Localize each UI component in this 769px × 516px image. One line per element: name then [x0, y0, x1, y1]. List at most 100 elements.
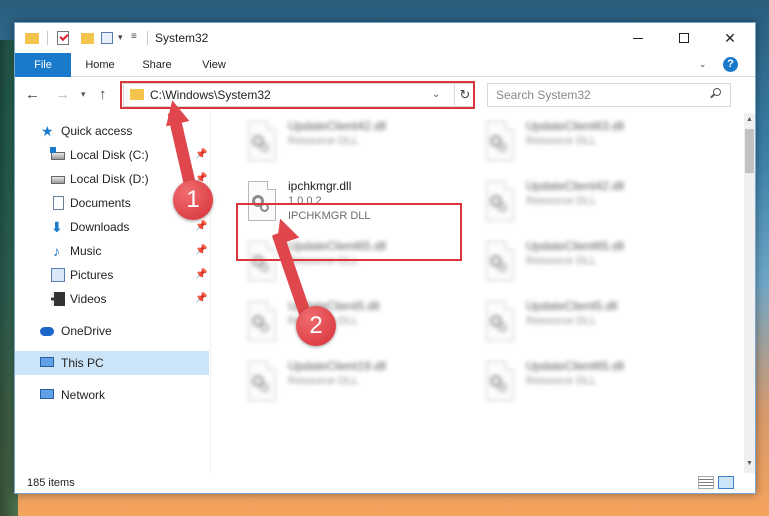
- file-tile[interactable]: UpdateClient5.dll Resource DLL: [238, 295, 468, 351]
- file-name: ipchkmgr.dll: [288, 179, 352, 193]
- minimize-button[interactable]: [615, 23, 661, 53]
- dll-file-icon: [244, 241, 278, 285]
- file-name: UpdateClient5.dll: [526, 299, 618, 313]
- maximize-icon: [679, 33, 689, 43]
- file-tile[interactable]: UpdateClient65.dll Resource DLL: [476, 235, 706, 291]
- sidebar-item-pictures[interactable]: Pictures 📌: [15, 263, 209, 287]
- up-arrow-icon[interactable]: ↑: [99, 86, 107, 103]
- search-placeholder: Search System32: [496, 88, 591, 102]
- file-description: Resource DLL: [526, 255, 597, 267]
- file-name: UpdateClient42.dll: [526, 179, 625, 193]
- scroll-down-icon[interactable]: ▼: [744, 457, 755, 471]
- sidebar-item-label: Pictures: [70, 268, 114, 282]
- tiles-view-icon[interactable]: [718, 476, 734, 489]
- pin-icon[interactable]: 📌: [195, 293, 207, 304]
- quick-access-menu-icon[interactable]: ≡: [131, 31, 137, 42]
- sidebar-item-videos[interactable]: Videos 📌: [15, 287, 209, 311]
- folder-icon: [25, 33, 39, 44]
- chevron-down-icon[interactable]: ⌄: [699, 59, 707, 70]
- scrollbar-thumb[interactable]: [745, 129, 754, 173]
- chevron-down-icon[interactable]: ⌄: [432, 89, 440, 100]
- item-count: 185 items: [27, 477, 75, 489]
- file-name: UpdateClient63.dll: [526, 119, 625, 133]
- file-tile[interactable]: UpdateClient42.dll Resource DLL: [238, 115, 468, 171]
- title-bar: ▾ ≡ System32 ✕: [15, 23, 755, 53]
- toolbar-separator: [47, 31, 48, 45]
- sidebar-item-label: This PC: [61, 356, 104, 370]
- music-icon: ♪: [53, 243, 60, 259]
- dll-file-icon: [482, 241, 516, 285]
- dll-file-icon: [244, 121, 278, 165]
- file-description: Resource DLL: [526, 375, 597, 387]
- file-description: Resource DLL: [288, 255, 359, 267]
- file-tile[interactable]: UpdateClient65.dll Resource DLL: [238, 235, 468, 291]
- search-icon[interactable]: [710, 88, 722, 100]
- dll-file-icon: [244, 361, 278, 405]
- address-path[interactable]: C:\Windows\System32: [150, 88, 271, 102]
- pin-icon[interactable]: 📌: [195, 221, 207, 232]
- file-name: UpdateClient65.dll: [526, 359, 625, 373]
- this-pc-icon: [40, 357, 54, 367]
- sidebar-item-label: Local Disk (C:): [70, 148, 149, 162]
- file-description: Resource DLL: [288, 375, 359, 387]
- file-tile[interactable]: UpdateClient42.dll Resource DLL: [476, 175, 706, 231]
- file-tile[interactable]: UpdateClient63.dll Resource DLL: [476, 115, 706, 171]
- file-description: Resource DLL: [526, 195, 597, 207]
- drive-c-icon: [50, 147, 65, 160]
- callout-badge-1: 1: [173, 180, 213, 220]
- pin-icon[interactable]: 📌: [195, 269, 207, 280]
- close-button[interactable]: ✕: [707, 23, 753, 53]
- back-arrow-icon[interactable]: ←: [25, 86, 40, 103]
- recent-locations-icon[interactable]: ▾: [81, 89, 86, 100]
- folder-icon: [130, 89, 144, 100]
- sidebar-item-label: Local Disk (D:): [70, 172, 149, 186]
- file-version: 1.0.0.2: [288, 195, 322, 207]
- pin-icon[interactable]: 📌: [195, 245, 207, 256]
- search-input[interactable]: Search System32: [487, 83, 731, 107]
- sidebar-item-this-pc[interactable]: This PC: [15, 351, 209, 375]
- refresh-button[interactable]: ↻: [454, 84, 475, 106]
- dll-file-icon: [482, 301, 516, 345]
- window-title: System32: [155, 31, 209, 45]
- file-tile[interactable]: UpdateClient5.dll Resource DLL: [476, 295, 706, 351]
- onedrive-icon: [40, 327, 54, 336]
- sidebar-item-network[interactable]: Network: [15, 383, 209, 407]
- vertical-scrollbar[interactable]: ▲ ▼: [744, 113, 755, 473]
- help-icon[interactable]: ?: [723, 57, 738, 72]
- documents-icon: [53, 196, 64, 210]
- sidebar-item-label: Quick access: [61, 124, 133, 138]
- pin-icon[interactable]: 📌: [195, 149, 207, 160]
- dll-file-icon: [244, 301, 278, 345]
- tab-file[interactable]: File: [15, 53, 71, 77]
- properties-check-icon[interactable]: [57, 31, 69, 45]
- file-tile[interactable]: UpdateClient19.dll Resource DLL: [238, 355, 468, 411]
- tab-view[interactable]: View: [187, 53, 241, 77]
- sidebar-item-label: Network: [61, 388, 106, 402]
- maximize-button[interactable]: [661, 23, 707, 53]
- sidebar-item-label: OneDrive: [61, 324, 112, 338]
- callout-badge-2: 2: [296, 306, 336, 346]
- network-icon: [40, 389, 54, 399]
- quick-access-customize-icon[interactable]: [101, 32, 113, 44]
- sidebar-item-onedrive[interactable]: OneDrive: [15, 319, 209, 343]
- sidebar-item-downloads[interactable]: ⬇ Downloads 📌: [15, 215, 209, 239]
- file-explorer-window: ▾ ≡ System32 ✕ File Home Share View ⌄ ? …: [14, 22, 756, 494]
- sidebar-item-label: Downloads: [70, 220, 130, 234]
- forward-arrow-icon[interactable]: →: [55, 86, 70, 103]
- videos-icon: [51, 292, 65, 306]
- tab-share[interactable]: Share: [129, 53, 185, 77]
- drive-icon: [51, 176, 65, 184]
- file-description: Resource DLL: [526, 315, 597, 327]
- details-view-icon[interactable]: [698, 476, 714, 489]
- new-folder-icon[interactable]: [81, 33, 94, 44]
- star-icon: ★: [41, 123, 54, 139]
- file-name: UpdateClient42.dll: [288, 119, 387, 133]
- chevron-down-icon[interactable]: ▾: [118, 32, 123, 43]
- ribbon-tabs: File Home Share View ⌄ ?: [15, 53, 755, 77]
- tab-home[interactable]: Home: [73, 53, 127, 77]
- sidebar-item-music[interactable]: ♪ Music 📌: [15, 239, 209, 263]
- sidebar-item-label: Videos: [70, 292, 107, 306]
- scroll-up-icon[interactable]: ▲: [744, 113, 755, 127]
- status-bar: 185 items: [15, 473, 755, 493]
- file-tile[interactable]: UpdateClient65.dll Resource DLL: [476, 355, 706, 411]
